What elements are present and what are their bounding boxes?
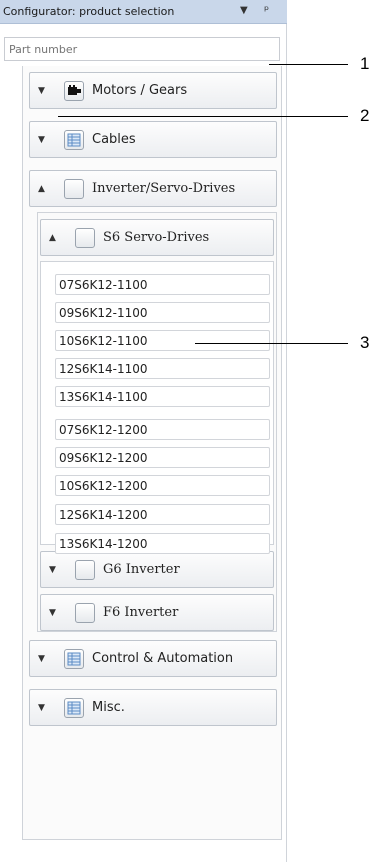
callout-line xyxy=(195,343,348,344)
list-item-part[interactable]: 12S6K14-1200 xyxy=(55,504,270,525)
list-item-part[interactable]: 12S6K14-1100 xyxy=(55,358,270,379)
callout-number: 1 xyxy=(360,54,370,73)
expand-arrow-icon[interactable]: ▼ xyxy=(49,608,56,618)
expand-arrow-icon[interactable]: ▼ xyxy=(49,565,56,575)
subcategory-label: G6 Inverter xyxy=(103,562,180,577)
expand-arrow-icon[interactable]: ▼ xyxy=(38,86,45,96)
chevron-down-icon[interactable]: ▼ xyxy=(240,5,248,16)
category-label: Cables xyxy=(92,132,136,147)
panel-titlebar: Configurator: product selection ▼ ᵖ xyxy=(0,0,287,24)
configurator-panel: Configurator: product selection ▼ ᵖ ▼ Mo… xyxy=(0,0,287,862)
callout-line xyxy=(58,116,348,117)
category-label: Motors / Gears xyxy=(92,83,188,98)
category-motors-gears[interactable]: ▼ Motors / Gears xyxy=(29,72,277,109)
category-label: Control & Automation xyxy=(92,651,234,666)
subcategory-f6-inverter[interactable]: ▼ F6 Inverter xyxy=(40,594,274,631)
category-label: Misc. xyxy=(92,700,125,715)
pin-icon[interactable]: ᵖ xyxy=(264,3,269,17)
motor-icon xyxy=(64,81,84,101)
panel-title: Configurator: product selection xyxy=(3,5,175,18)
table-icon xyxy=(64,698,84,718)
list-item-part[interactable]: 09S6K12-1100 xyxy=(55,302,270,323)
list-item-part[interactable]: 07S6K12-1100 xyxy=(55,274,270,295)
category-label: Inverter/Servo-Drives xyxy=(92,181,236,196)
list-item-part[interactable]: 07S6K12-1200 xyxy=(55,419,270,440)
expand-arrow-icon[interactable]: ▼ xyxy=(38,654,45,664)
category-control-automation[interactable]: ▼ Control & Automation xyxy=(29,640,277,677)
subcategory-label: F6 Inverter xyxy=(103,605,179,620)
callout-number: 2 xyxy=(360,106,370,125)
collapse-arrow-icon[interactable]: ▲ xyxy=(49,233,56,243)
list-item-part[interactable]: 09S6K12-1200 xyxy=(55,447,270,468)
category-cables[interactable]: ▼ Cables xyxy=(29,121,277,158)
collapse-arrow-icon[interactable]: ▲ xyxy=(38,184,45,194)
blank-icon xyxy=(75,603,95,623)
category-inverter-servo-drives[interactable]: ▲ Inverter/Servo-Drives xyxy=(29,170,277,207)
blank-icon xyxy=(75,228,95,248)
part-number-search-input[interactable] xyxy=(4,37,280,61)
list-item-part[interactable]: 13S6K14-1100 xyxy=(55,386,270,407)
blank-icon xyxy=(64,179,84,199)
subcategory-label: S6 Servo-Drives xyxy=(103,230,210,245)
list-item-part[interactable]: 10S6K12-1200 xyxy=(55,475,270,496)
list-item-part[interactable]: 10S6K12-1100 xyxy=(55,330,270,351)
expand-arrow-icon[interactable]: ▼ xyxy=(38,135,45,145)
subcategory-g6-inverter[interactable]: ▼ G6 Inverter xyxy=(40,551,274,588)
list-item-part[interactable]: 13S6K14-1200 xyxy=(55,533,270,554)
table-icon xyxy=(64,130,84,150)
subcategory-s6-servo-drives[interactable]: ▲ S6 Servo-Drives xyxy=(40,219,274,256)
blank-icon xyxy=(75,560,95,580)
table-icon xyxy=(64,649,84,669)
callout-number: 3 xyxy=(360,333,370,352)
category-misc[interactable]: ▼ Misc. xyxy=(29,689,277,726)
expand-arrow-icon[interactable]: ▼ xyxy=(38,703,45,713)
callout-line xyxy=(269,64,348,65)
